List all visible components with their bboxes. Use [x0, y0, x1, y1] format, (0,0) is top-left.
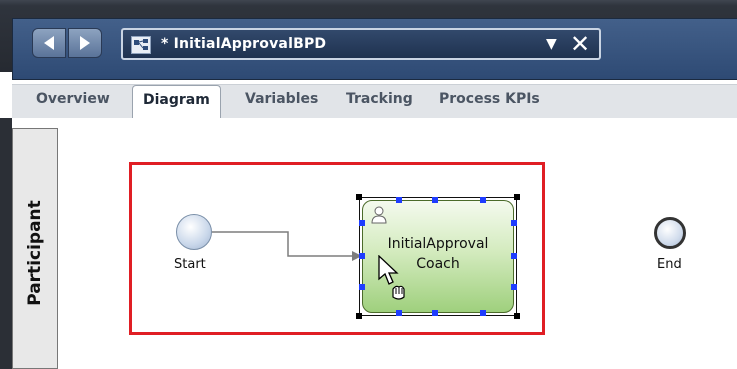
end-event[interactable] [654, 217, 686, 249]
highlight-box [129, 162, 545, 335]
end-label: End [657, 257, 682, 272]
